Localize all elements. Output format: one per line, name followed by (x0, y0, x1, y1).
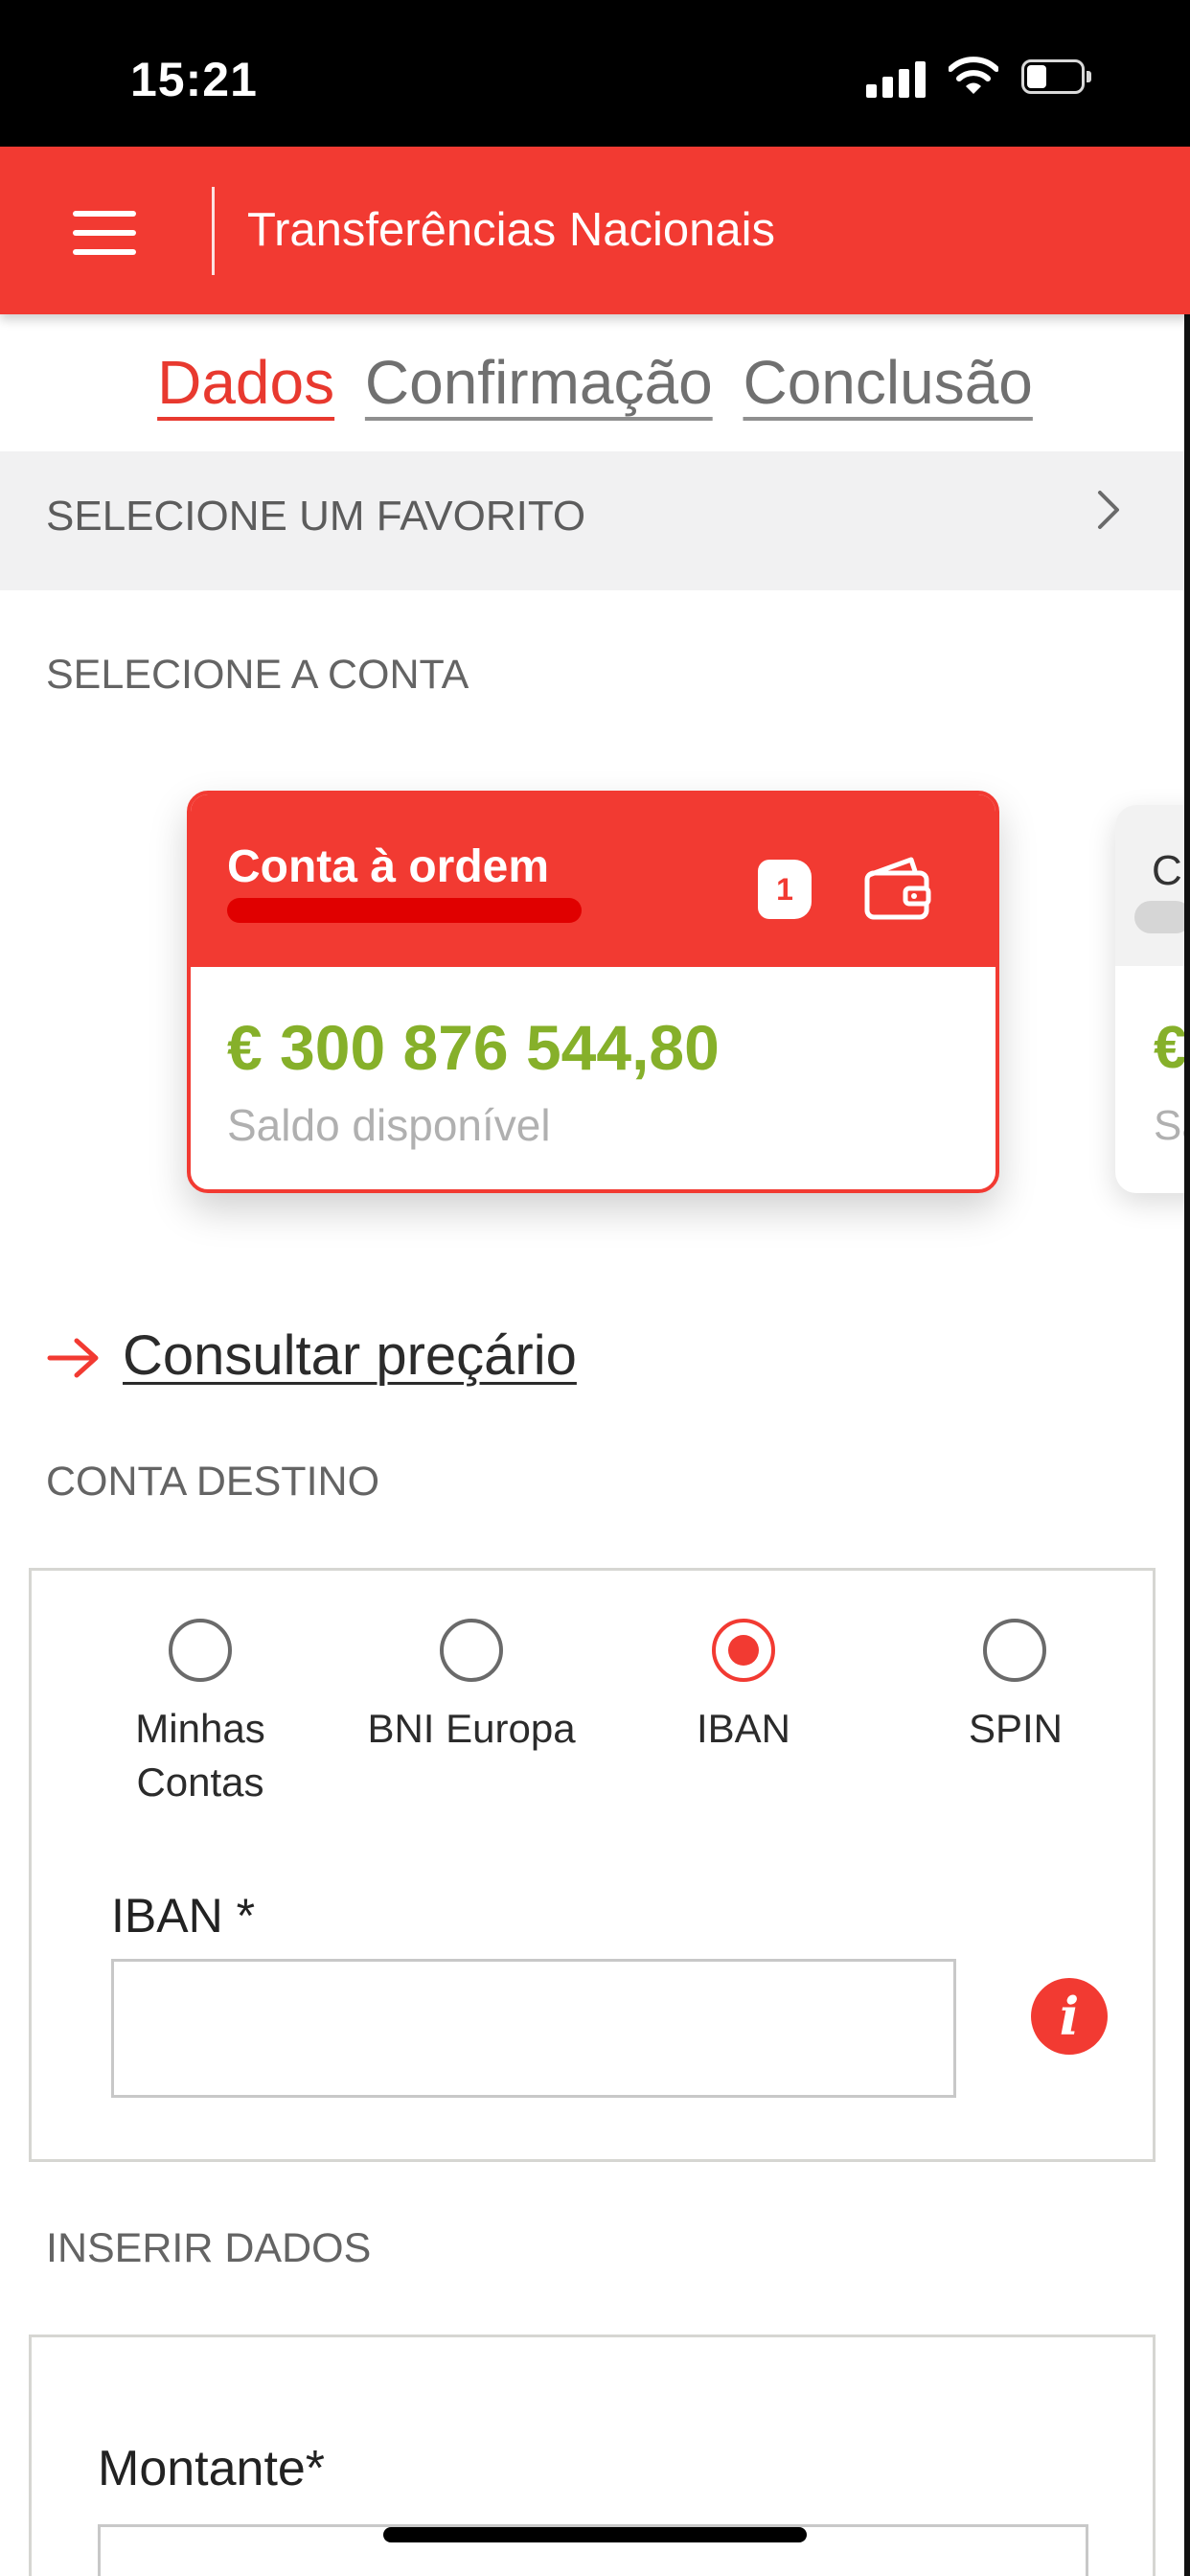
radio-iban[interactable] (712, 1619, 775, 1682)
next-card-redaction (1134, 901, 1190, 933)
account-badge: 1 (758, 860, 812, 919)
radio-label-minhas-contas-line1: Minhas (135, 1706, 265, 1751)
radio-bni-europa[interactable] (440, 1619, 503, 1682)
redacted-account-number (227, 898, 582, 923)
destination-section-label: CONTA DESTINO (46, 1459, 380, 1505)
chevron-right-icon[interactable] (1094, 487, 1123, 533)
status-time: 15:21 (130, 53, 258, 106)
wifi-icon (949, 57, 998, 94)
amount-label: Montante* (98, 2441, 326, 2496)
radio-minhas-contas[interactable] (169, 1619, 232, 1682)
screen-edge (1184, 147, 1190, 2576)
insert-data-label: INSERIR DADOS (46, 2225, 372, 2271)
account-name: Conta à ordem (227, 841, 550, 892)
info-icon[interactable]: i (1031, 1978, 1108, 2055)
favorite-label: SELECIONE UM FAVORITO (46, 493, 586, 540)
transfer-screen: 15:21 Transferências Nacionais Dados Con… (0, 0, 1190, 2576)
account-card[interactable]: Conta à ordem 1 € 300 876 544,80 Saldo d… (187, 791, 999, 1193)
radio-label-minhas-contas: Minhas Contas (92, 1702, 309, 1809)
home-indicator[interactable] (383, 2527, 807, 2542)
radio-spin[interactable] (983, 1619, 1046, 1682)
wallet-icon (864, 857, 931, 920)
iban-label: IBAN * (111, 1889, 256, 1943)
page-title: Transferências Nacionais (247, 204, 776, 256)
next-account-balance: € (1154, 1015, 1187, 1081)
next-account-name: C (1152, 847, 1182, 894)
signal-icon (866, 59, 927, 98)
header-divider (212, 187, 215, 275)
step-confirmacao[interactable]: Confirmação (365, 347, 713, 422)
radio-label-spin: SPIN (968, 1706, 1064, 1751)
step-tabs: Dados Confirmação Conclusão (0, 347, 1190, 422)
radio-label-bni-europa: BNI Europa (367, 1706, 576, 1751)
account-card-next[interactable]: C € Sa (1115, 805, 1190, 1193)
account-section-label: SELECIONE A CONTA (46, 652, 469, 698)
radio-label-minhas-contas-line2: Contas (136, 1760, 264, 1805)
step-conclusao[interactable]: Conclusão (743, 347, 1032, 422)
account-balance: € 300 876 544,80 (227, 1012, 720, 1083)
radio-label-iban: IBAN (696, 1706, 791, 1751)
status-bar: 15:21 (0, 0, 1190, 147)
step-dados[interactable]: Dados (157, 347, 334, 422)
menu-icon[interactable] (73, 211, 136, 255)
arrow-right-icon[interactable] (46, 1337, 102, 1379)
battery-icon (1021, 59, 1096, 96)
balance-caption: Saldo disponível (227, 1100, 551, 1150)
iban-input[interactable] (111, 1959, 956, 2098)
pricing-link[interactable]: Consultar preçário (123, 1323, 577, 1388)
